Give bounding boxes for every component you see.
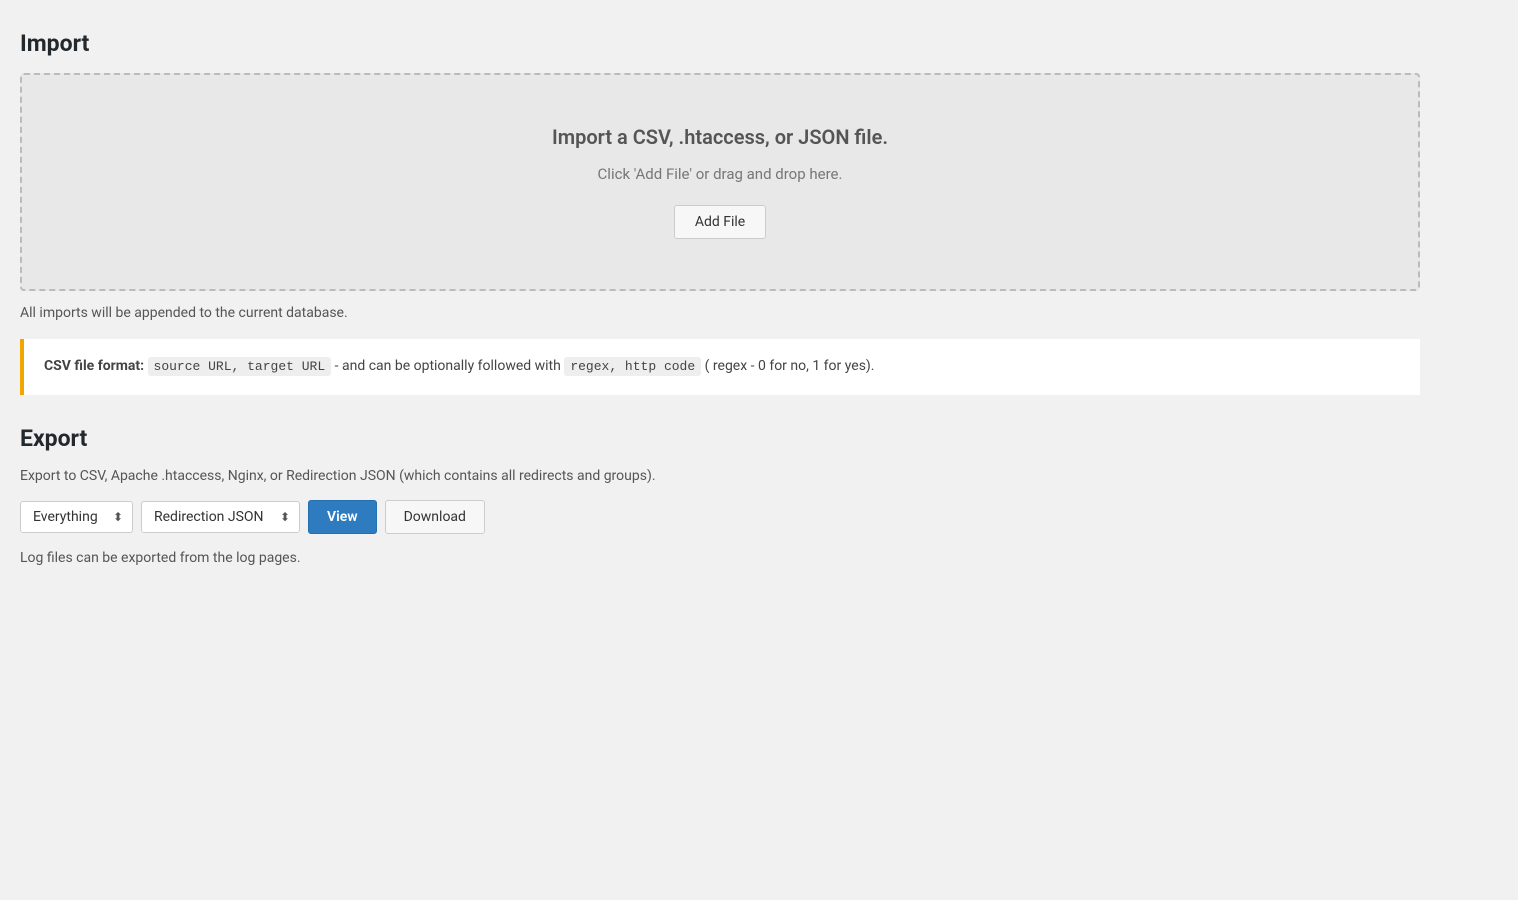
csv-format-label: CSV file format:: [44, 358, 144, 374]
csv-text-2: ( regex - 0 for no, 1 for yes).: [705, 358, 875, 374]
csv-code-2: regex, http code: [564, 357, 701, 376]
export-title: Export: [20, 425, 1420, 452]
format-select-wrapper: Redirection JSON CSV Apache .htaccess Ng…: [141, 501, 300, 533]
csv-text-1: - and can be optionally followed with: [335, 358, 565, 374]
format-select[interactable]: Redirection JSON CSV Apache .htaccess Ng…: [141, 501, 300, 533]
page-container: Import Import a CSV, .htaccess, or JSON …: [20, 30, 1420, 566]
csv-code-1: source URL, target URL: [148, 357, 332, 376]
export-section: Export Export to CSV, Apache .htaccess, …: [20, 425, 1420, 566]
import-title: Import: [20, 30, 1420, 57]
view-button[interactable]: View: [308, 500, 377, 534]
drop-zone-subtitle: Click 'Add File' or drag and drop here.: [42, 165, 1398, 183]
download-button[interactable]: Download: [385, 500, 485, 534]
drop-zone[interactable]: Import a CSV, .htaccess, or JSON file. C…: [20, 73, 1420, 291]
log-note: Log files can be exported from the log p…: [20, 550, 1420, 566]
add-file-button[interactable]: Add File: [674, 205, 766, 239]
filter-select[interactable]: Everything Redirects Groups: [20, 501, 133, 533]
drop-zone-title: Import a CSV, .htaccess, or JSON file.: [42, 125, 1398, 149]
import-note: All imports will be appended to the curr…: [20, 305, 1420, 321]
export-description: Export to CSV, Apache .htaccess, Nginx, …: [20, 468, 1420, 484]
import-section: Import Import a CSV, .htaccess, or JSON …: [20, 30, 1420, 395]
filter-select-wrapper: Everything Redirects Groups ⬍: [20, 501, 133, 533]
export-controls: Everything Redirects Groups ⬍ Redirectio…: [20, 500, 1420, 534]
csv-info-box: CSV file format: source URL, target URL …: [20, 339, 1420, 395]
